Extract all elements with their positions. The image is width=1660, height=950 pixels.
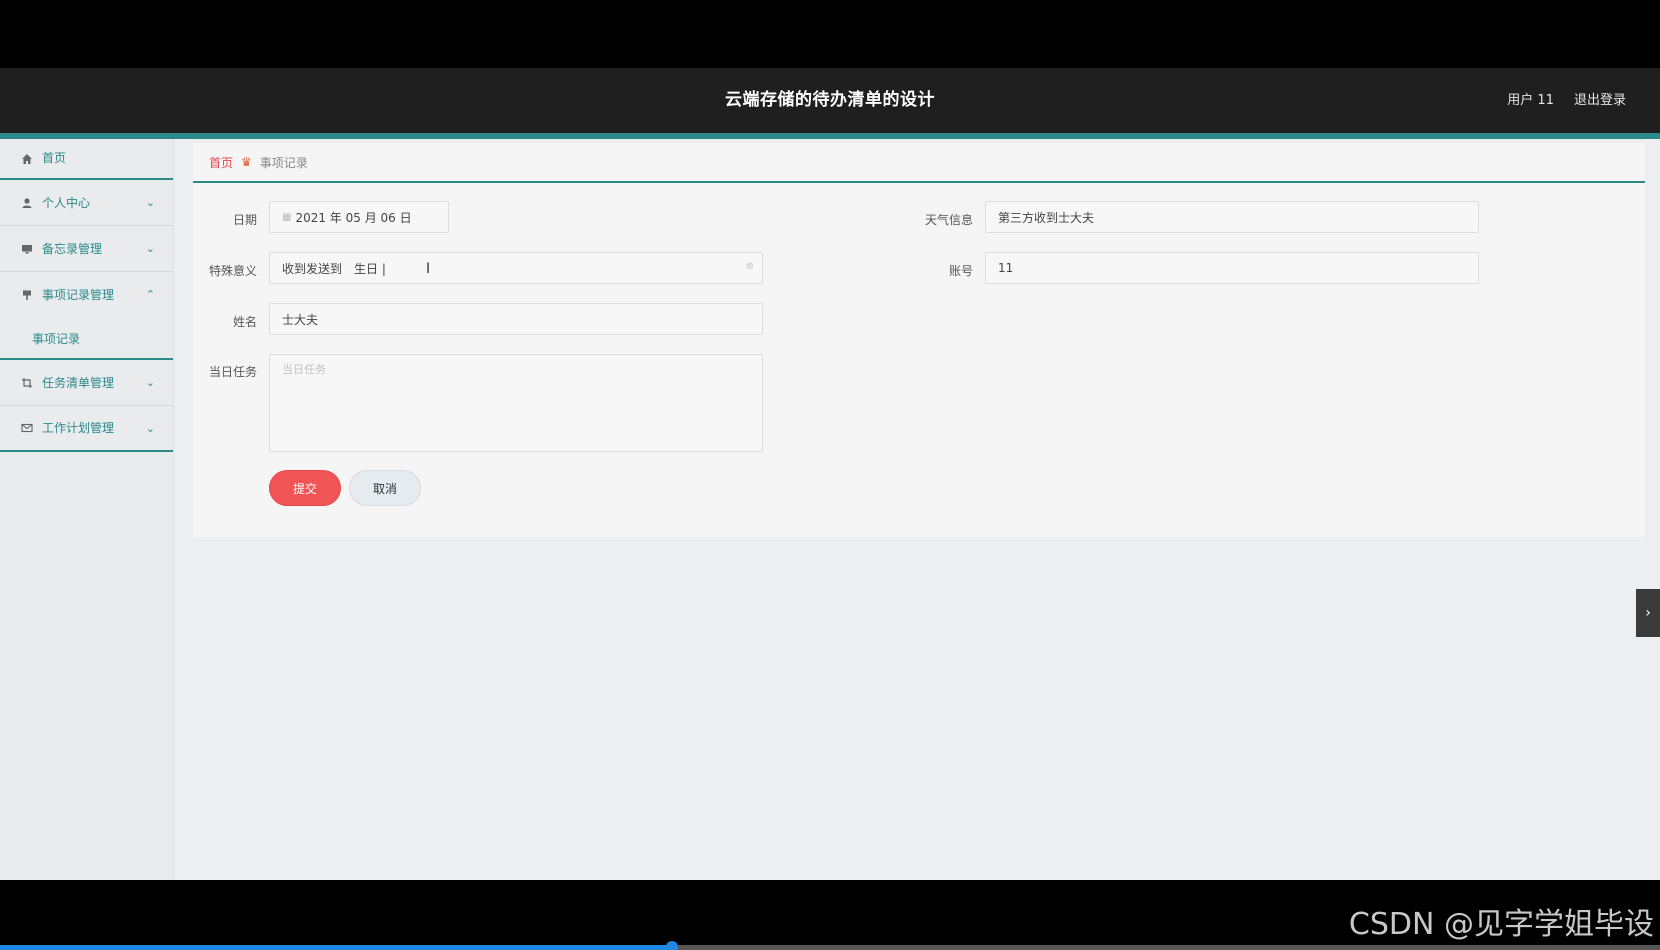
crop-icon xyxy=(20,376,34,390)
breadcrumb-separator-icon: ♛ xyxy=(241,155,252,169)
sidebar-subitem-records[interactable]: 事项记录 xyxy=(0,318,173,360)
letterbox-top xyxy=(0,0,1660,68)
header-user-area: 用户 11 退出登录 xyxy=(1507,68,1626,133)
sidebar-item-personal[interactable]: 个人中心 ⌄ xyxy=(0,180,173,226)
special-field[interactable]: 收到发送到 生日 | ⊗ xyxy=(269,252,763,284)
content-panel: 首页 ♛ 事项记录 日期 ▦ 2021 年 05 月 06 日 天气信息 第三方… xyxy=(193,143,1645,537)
breadcrumb-current: 事项记录 xyxy=(259,155,308,170)
sidebar-item-label: 备忘录管理 xyxy=(42,241,103,256)
sidebar-item-label: 个人中心 xyxy=(42,195,91,210)
weather-value: 第三方收到士大夫 xyxy=(998,210,1095,225)
pin-icon xyxy=(20,288,34,302)
watermark-text: CSDN @见字学姐毕设 xyxy=(1348,907,1654,942)
breadcrumb-home-link[interactable]: 首页 xyxy=(209,154,233,171)
side-expand-handle[interactable]: › xyxy=(1636,589,1660,637)
video-progress-fill xyxy=(0,945,672,950)
chevron-down-icon: ⌄ xyxy=(145,376,155,389)
weather-field[interactable]: 第三方收到士大夫 xyxy=(985,201,1479,233)
sidebar-item-label: 任务清单管理 xyxy=(42,375,115,390)
sidebar-item-records[interactable]: 事项记录管理 ⌃ xyxy=(0,272,173,318)
special-value: 收到发送到 生日 | xyxy=(282,261,386,276)
sidebar-item-label: 工作计划管理 xyxy=(42,421,115,435)
weather-label: 天气信息 xyxy=(924,213,973,227)
cancel-button[interactable]: 取消 xyxy=(349,470,421,506)
name-label: 姓名 xyxy=(232,315,257,329)
app-title: 云端存储的待办清单的设计 xyxy=(725,90,935,110)
chevron-down-icon: ⌄ xyxy=(145,196,155,209)
monitor-icon xyxy=(20,242,34,256)
date-value: 2021 年 05 月 06 日 xyxy=(295,210,412,225)
user-icon xyxy=(20,196,34,210)
video-progress-knob[interactable] xyxy=(666,941,678,950)
clear-icon[interactable]: ⊗ xyxy=(746,261,754,272)
chevron-right-icon: › xyxy=(1645,605,1651,621)
app-body: 首页 个人中心 ⌄ 备忘录管理 ⌄ 事项记录管理 ⌃ 事项记录 任务清单管理 ⌄… xyxy=(0,139,1660,880)
name-field[interactable]: 士大夫 xyxy=(269,303,763,335)
name-value: 士大夫 xyxy=(282,312,319,327)
text-cursor-icon: I xyxy=(426,261,431,277)
home-icon xyxy=(20,152,34,166)
screen-frame: 云端存储的待办清单的设计 用户 11 退出登录 首页 个人中心 ⌄ 备忘录管理 … xyxy=(0,0,1660,950)
app-header: 云端存储的待办清单的设计 用户 11 退出登录 xyxy=(0,68,1660,133)
date-field[interactable]: ▦ 2021 年 05 月 06 日 xyxy=(269,201,449,233)
logout-link[interactable]: 退出登录 xyxy=(1574,68,1626,133)
chevron-down-icon: ⌄ xyxy=(145,422,155,435)
calendar-icon: ▦ xyxy=(282,211,292,223)
sidebar-item-home[interactable]: 首页 xyxy=(0,139,173,180)
date-label: 日期 xyxy=(232,213,257,227)
special-label: 特殊意义 xyxy=(208,264,257,278)
sidebar-item-workplan[interactable]: 工作计划管理 ⌄ xyxy=(0,406,173,452)
submit-button[interactable]: 提交 xyxy=(269,470,341,506)
sidebar-item-label: 事项记录管理 xyxy=(42,288,115,302)
mail-icon xyxy=(20,421,34,435)
chevron-down-icon: ⌄ xyxy=(145,242,155,255)
task-placeholder: 当日任务 xyxy=(282,363,326,376)
sidebar-item-memo[interactable]: 备忘录管理 ⌄ xyxy=(0,226,173,272)
account-field[interactable]: 11 xyxy=(985,252,1479,284)
task-textarea[interactable]: 当日任务 xyxy=(269,354,763,452)
sidebar-item-tasks[interactable]: 任务清单管理 ⌄ xyxy=(0,360,173,406)
account-label: 账号 xyxy=(948,264,973,278)
sidebar: 首页 个人中心 ⌄ 备忘录管理 ⌄ 事项记录管理 ⌃ 事项记录 任务清单管理 ⌄… xyxy=(0,139,174,880)
account-value: 11 xyxy=(998,261,1014,275)
sidebar-item-label: 首页 xyxy=(42,151,67,165)
chevron-up-icon: ⌃ xyxy=(145,288,155,301)
task-label: 当日任务 xyxy=(208,365,257,379)
breadcrumb: 首页 ♛ 事项记录 xyxy=(193,143,1645,183)
user-name-link[interactable]: 用户 11 xyxy=(1507,68,1554,133)
